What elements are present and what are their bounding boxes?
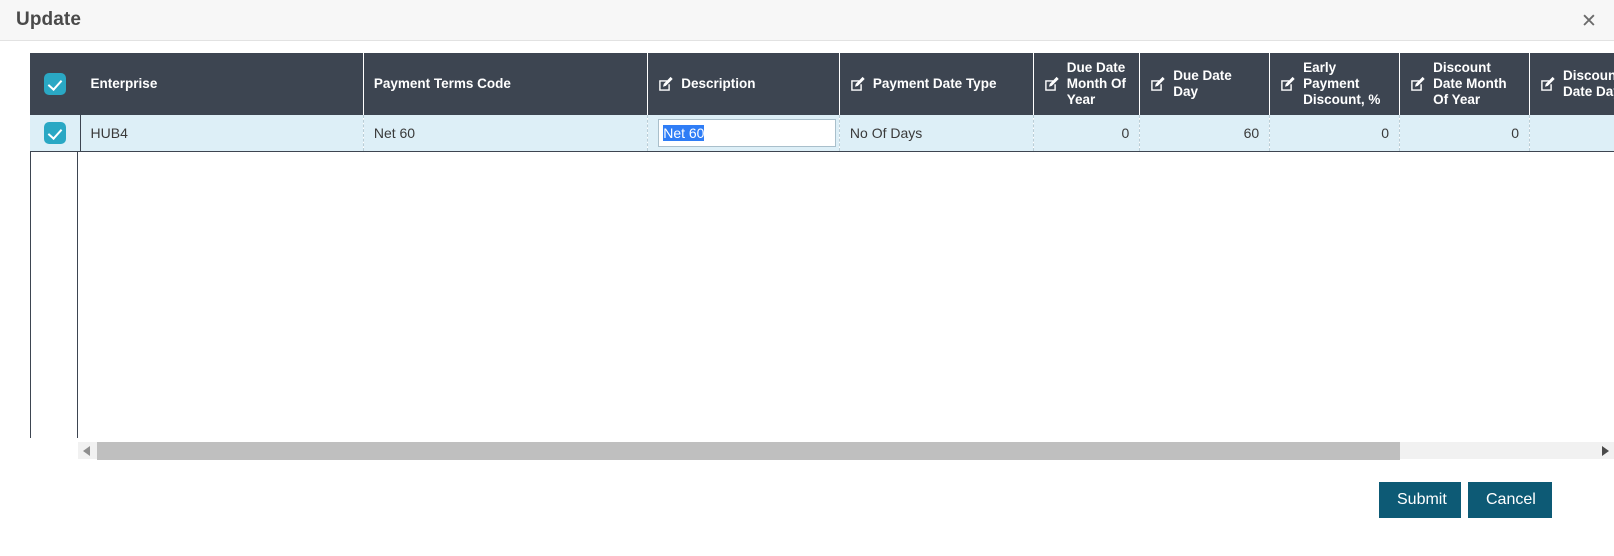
edit-pencil-icon: [1540, 76, 1556, 92]
cancel-button[interactable]: Cancel: [1468, 482, 1552, 518]
cell-enterprise[interactable]: HUB4: [80, 115, 364, 152]
column-header-payment-date-type[interactable]: Payment Date Type: [839, 53, 1034, 115]
select-all-header[interactable]: [30, 53, 81, 115]
column-header-label: Due Date Day: [1173, 68, 1232, 99]
column-header-discount-date-day[interactable]: Discount Date Day: [1529, 53, 1614, 115]
edit-pencil-icon: [1150, 76, 1166, 92]
cell-payment-date-type[interactable]: No Of Days: [839, 115, 1034, 152]
column-header-due-date-month-of-year[interactable]: Due Date Month Of Year: [1033, 53, 1141, 115]
edit-pencil-icon: [1410, 76, 1426, 92]
row-select-cell[interactable]: [30, 115, 81, 152]
cell-due-date-month-of-year[interactable]: 0: [1033, 115, 1141, 152]
column-header-label: Discount Date Month Of Year: [1433, 60, 1507, 107]
caret-right-icon[interactable]: [1597, 442, 1614, 460]
cell-early-payment-discount[interactable]: 0: [1269, 115, 1401, 152]
close-icon[interactable]: ✕: [1574, 6, 1604, 36]
caret-left-icon[interactable]: [78, 442, 95, 460]
column-header-label: Payment Terms Code: [373, 76, 511, 92]
description-input[interactable]: [658, 119, 837, 147]
column-header-label: Payment Date Type: [872, 76, 997, 92]
table-row[interactable]: HUB4 Net 60 No Of Days 0 60 0 0: [30, 115, 1614, 152]
dialog-titlebar: Update ✕: [0, 0, 1614, 41]
edit-pencil-icon: [1044, 76, 1060, 92]
column-header-label: Early Payment Discount, %: [1303, 60, 1381, 107]
cell-due-date-day[interactable]: 60: [1139, 115, 1271, 152]
column-header-label: Enterprise: [90, 76, 158, 92]
column-header-early-payment-discount[interactable]: Early Payment Discount, %: [1269, 53, 1401, 115]
column-header-label: Description: [681, 76, 756, 92]
data-grid-viewport: Enterprise Payment Terms Code Descriptio…: [30, 53, 1614, 438]
submit-button[interactable]: Submit: [1379, 482, 1461, 518]
column-header-description[interactable]: Description: [647, 53, 840, 115]
edit-pencil-icon: [850, 76, 866, 92]
column-header-discount-date-month-of-year[interactable]: Discount Date Month Of Year: [1399, 53, 1530, 115]
scrollbar-thumb[interactable]: [97, 442, 1400, 460]
checkbox-checked-icon[interactable]: [43, 73, 66, 95]
update-dialog: Update ✕ Enterprise Payment Terms Code D…: [0, 0, 1614, 556]
column-header-label: Discount Date Day: [1563, 68, 1614, 99]
cell-payment-terms-code[interactable]: Net 60: [363, 115, 649, 152]
column-header-due-date-day[interactable]: Due Date Day: [1139, 53, 1271, 115]
cell-description[interactable]: [647, 115, 840, 152]
edit-pencil-icon: [658, 76, 674, 92]
horizontal-scrollbar[interactable]: [78, 441, 1614, 460]
column-header-enterprise[interactable]: Enterprise: [80, 53, 364, 115]
grid-header-row: Enterprise Payment Terms Code Descriptio…: [30, 53, 1614, 115]
edit-pencil-icon: [1280, 76, 1296, 92]
dialog-footer: Submit Cancel: [0, 478, 1614, 556]
dialog-title: Update: [16, 9, 81, 30]
cell-discount-date-month-of-year[interactable]: 0: [1399, 115, 1530, 152]
column-header-payment-terms-code[interactable]: Payment Terms Code: [363, 53, 649, 115]
checkbox-checked-icon[interactable]: [43, 122, 66, 144]
data-grid: Enterprise Payment Terms Code Descriptio…: [30, 53, 1614, 152]
column-header-label: Due Date Month Of Year: [1066, 60, 1126, 107]
cell-discount-date-day[interactable]: [1529, 115, 1614, 152]
